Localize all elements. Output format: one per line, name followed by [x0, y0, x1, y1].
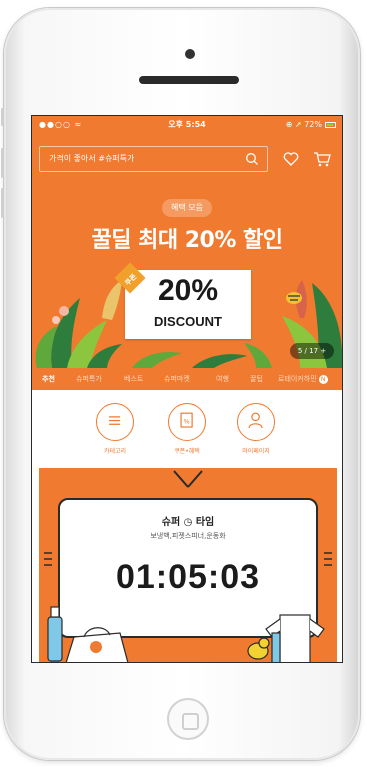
heart-icon[interactable] [282, 150, 300, 168]
coupon-percentage: 20% [157, 274, 219, 307]
tab-more-label: 로테이커하민 [278, 375, 317, 383]
slide-counter[interactable]: 5 / 17 + [290, 343, 334, 359]
tab-tips[interactable]: 꿀팁 [250, 368, 263, 390]
search-input[interactable]: 가격이 좋아서 #슈퍼특가 [39, 146, 268, 172]
super-time-section[interactable]: 슈퍼 ◷ 타임 보냉백,피젯스피너,운동화 01:05:03 [39, 468, 337, 662]
coupon-discount-text: DISCOUNT [154, 314, 222, 329]
header-search-row: 가격이 좋아서 #슈퍼특가 [32, 134, 342, 178]
tab-travel[interactable]: 여행 [216, 368, 229, 390]
status-bar: ●●○○ ≈ 오후 5:54 ⊕ ➚ 72% [32, 116, 342, 134]
tab-more[interactable]: 로테이커하민 N [278, 368, 328, 390]
earpiece-speaker [141, 76, 239, 84]
status-battery-percent: ⊕ ➚ 72% [285, 120, 322, 129]
banner-title: 꿀딜 최대 20% 할인 [91, 228, 283, 253]
super-time-products: 보냉백,피젯스피너,운동화 [150, 532, 226, 540]
tv-right-vent-icon [324, 552, 332, 566]
quick-mypage-label: 마이페이지 [242, 448, 270, 455]
super-time-title: 슈퍼 ◷ 타임 [161, 517, 215, 528]
quick-category[interactable]: 카테고리 [85, 403, 145, 455]
quick-coupon[interactable]: % 쿠폰•혜택 [157, 403, 217, 455]
front-camera [185, 49, 195, 59]
mute-switch [1, 108, 4, 126]
home-button[interactable] [167, 698, 209, 740]
volume-up-button [1, 148, 4, 178]
cart-icon[interactable] [312, 150, 332, 168]
menu-icon [96, 403, 134, 441]
search-placeholder: 가격이 좋아서 #슈퍼특가 [49, 154, 135, 163]
tab-recommend[interactable]: 추천 [42, 368, 55, 390]
new-badge-icon: N [318, 374, 328, 384]
tab-best[interactable]: 베스트 [124, 368, 143, 390]
tv-left-vent-icon [44, 552, 52, 566]
quick-category-label: 카테고리 [103, 448, 127, 455]
home-button-square-icon [182, 713, 199, 730]
tv-antenna-icon [173, 470, 203, 488]
tab-super-deal[interactable]: 슈퍼특가 [76, 368, 102, 390]
quick-coupon-label: 쿠폰•혜택 [174, 448, 200, 455]
benefit-pill: 혜택 모음 [162, 199, 212, 217]
svg-text:%: % [183, 417, 189, 425]
discount-coupon[interactable]: 쿠폰 20% DISCOUNT [114, 262, 251, 339]
phone-screen: ●●○○ ≈ 오후 5:54 ⊕ ➚ 72% 가격이 좋아서 #슈퍼특가 혜택 … [31, 115, 343, 663]
product-props-illustration [47, 606, 325, 662]
coupon-icon: % [168, 403, 206, 441]
battery-icon [325, 122, 336, 128]
quick-menu: 카테고리 % 쿠폰•혜택 마이페이지 [32, 390, 342, 468]
person-icon [237, 403, 275, 441]
category-tabs: 추천 슈퍼특가 베스트 슈퍼마켓 여행 꿀팁 로테이커하민 N [32, 368, 342, 390]
quick-mypage[interactable]: 마이페이지 [226, 403, 286, 455]
search-icon[interactable] [245, 152, 259, 166]
tab-supermarket[interactable]: 슈퍼마켓 [164, 368, 190, 390]
volume-down-button [1, 188, 4, 218]
promo-banner[interactable]: 혜택 모음 꿀딜 최대 20% 할인 쿠폰 20% DISCOUNT 5 / 1… [32, 178, 342, 368]
